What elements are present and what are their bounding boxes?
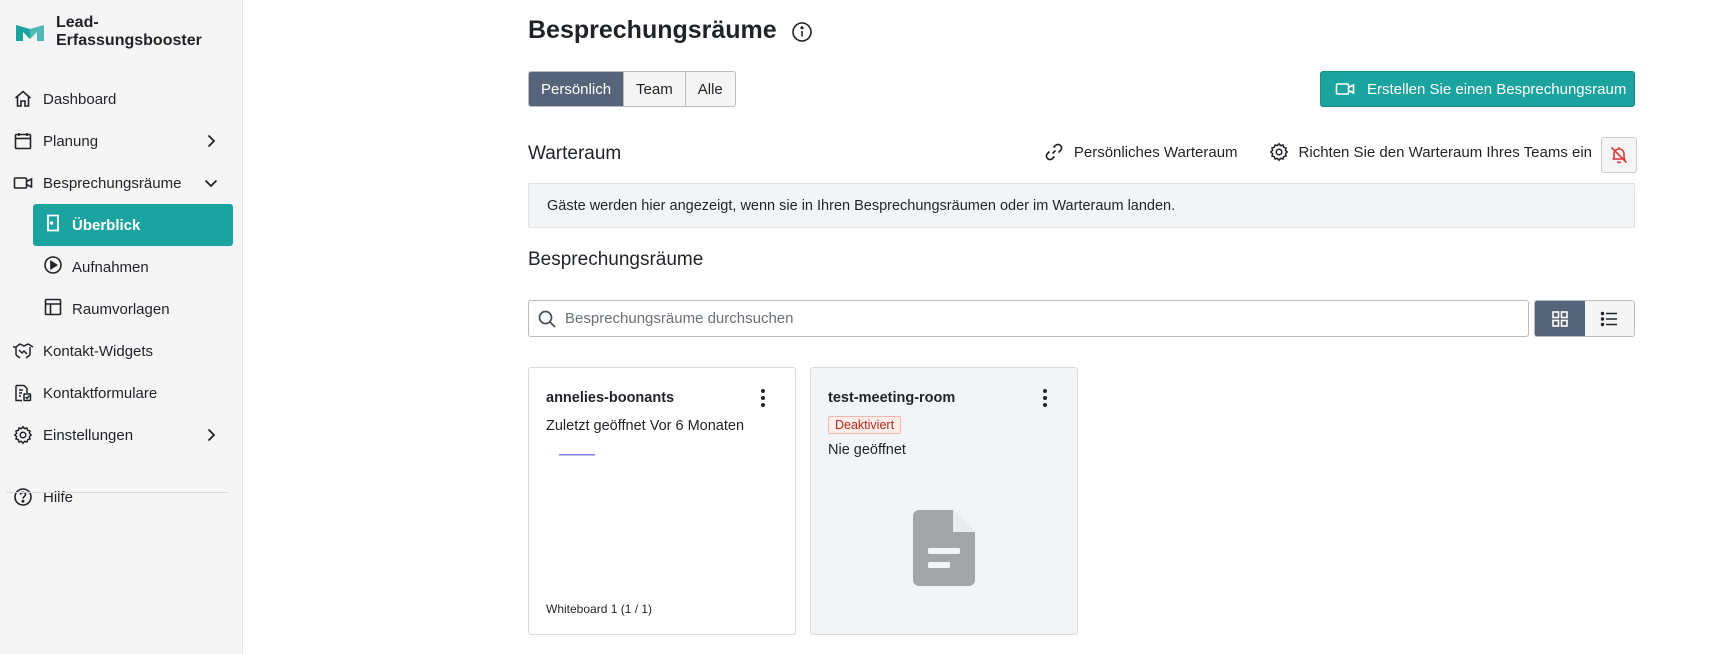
chevron-right-icon[interactable]: [201, 425, 221, 445]
app-name: Lead- Erfassungsbooster: [56, 14, 202, 49]
team-waiting-room-setup-label: Richten Sie den Warteraum Ihres Teams ei…: [1298, 143, 1592, 161]
search-input[interactable]: [565, 310, 1465, 327]
view-mode-toggle: [1534, 300, 1635, 337]
calendar-icon: [12, 130, 34, 152]
video-icon: [1335, 83, 1355, 95]
filter-personal-button[interactable]: Persönlich: [529, 72, 625, 106]
sidebar-subitem-raumvorlagen[interactable]: Raumvorlagen: [33, 288, 233, 330]
grid-view-button[interactable]: [1535, 301, 1585, 336]
gear-icon: [12, 424, 34, 446]
sidebar-item-einstellungen[interactable]: Einstellungen: [0, 414, 243, 456]
waiting-room-title: Warteraum: [528, 143, 622, 164]
layout-icon: [43, 297, 63, 321]
list-view-button[interactable]: [1584, 301, 1634, 336]
room-name: test-meeting-room: [828, 390, 956, 406]
sidebar-item-kontaktformulare[interactable]: Kontaktformulare: [0, 372, 243, 414]
more-options-icon[interactable]: [753, 386, 773, 410]
document-icon: [913, 510, 975, 586]
sidebar-item-label: Aufnahmen: [72, 258, 149, 276]
sidebar-item-label: Planung: [43, 132, 99, 150]
page-header: Besprechungsräume: [528, 16, 813, 45]
sidebar-item-planung[interactable]: Planung: [0, 120, 243, 162]
room-card[interactable]: test-meeting-room Deaktiviert Nie geöffn…: [810, 367, 1078, 635]
create-meeting-room-button[interactable]: Erstellen Sie einen Besprechungsraum: [1320, 71, 1635, 107]
whiteboard-thumbnail: [559, 454, 595, 456]
room-last-opened: Nie geöffnet: [828, 442, 906, 458]
filter-all-button[interactable]: Alle: [685, 72, 735, 106]
sidebar-item-dashboard[interactable]: Dashboard: [0, 78, 243, 120]
sidebar-item-besprechungsraeume[interactable]: Besprechungsräume: [0, 162, 243, 204]
sidebar-item-label: Dashboard: [43, 90, 117, 108]
help-icon: [12, 486, 34, 508]
sidebar-item-label: Überblick: [72, 216, 141, 234]
waiting-room-actions: Persönliches Warteraum Richten Sie den W…: [1044, 142, 1592, 162]
search-icon: [538, 310, 556, 328]
sidebar-item-label: Kontakt-Widgets: [43, 342, 154, 360]
sidebar-subitem-ueberblick[interactable]: Überblick: [33, 204, 233, 246]
notifications-off-button[interactable]: [1601, 137, 1637, 173]
play-circle-icon: [43, 255, 63, 279]
form-icon: [12, 382, 34, 404]
sidebar-subitem-aufnahmen[interactable]: Aufnahmen: [33, 246, 233, 288]
filter-team-button[interactable]: Team: [624, 72, 686, 106]
sidebar: Lead- Erfassungsbooster Dashboard Planun…: [0, 0, 243, 654]
room-filter-tabs: Persönlich Team Alle: [528, 71, 736, 107]
page-title: Besprechungsräume: [528, 16, 777, 44]
sidebar-item-label: Kontaktformulare: [43, 384, 158, 402]
video-icon: [12, 172, 34, 194]
sidebar-item-label: Einstellungen: [43, 426, 134, 444]
sidebar-item-label: Besprechungsräume: [43, 174, 182, 192]
chevron-right-icon[interactable]: [201, 131, 221, 151]
sidebar-item-label: Raumvorlagen: [72, 300, 170, 318]
info-icon[interactable]: [791, 21, 813, 43]
room-card[interactable]: annelies-boonants Zuletzt geöffnet Vor 6…: [528, 367, 796, 635]
personal-waiting-room-link[interactable]: Persönliches Warteraum: [1044, 142, 1238, 162]
app-logo[interactable]: Lead- Erfassungsbooster: [16, 14, 202, 50]
personal-waiting-room-label: Persönliches Warteraum: [1073, 143, 1238, 161]
logo-icon: [16, 25, 44, 41]
status-badge: Deaktiviert: [828, 416, 902, 434]
chevron-down-icon[interactable]: [201, 173, 221, 193]
more-options-icon[interactable]: [1035, 386, 1055, 410]
room-last-opened: Zuletzt geöffnet Vor 6 Monaten: [546, 418, 745, 434]
sidebar-item-hilfe[interactable]: Hilfe: [0, 476, 243, 518]
room-whiteboard-count: Whiteboard 1 (1 / 1): [546, 602, 653, 616]
create-meeting-room-label: Erstellen Sie einen Besprechungsraum: [1367, 80, 1627, 98]
bell-off-icon: [1610, 146, 1628, 164]
room-search-field[interactable]: [528, 300, 1529, 337]
rooms-section-title: Besprechungsräume: [528, 249, 704, 270]
gear-icon: [1269, 142, 1288, 162]
team-waiting-room-setup-link[interactable]: Richten Sie den Warteraum Ihres Teams ei…: [1269, 142, 1592, 162]
sidebar-item-kontakt-widgets[interactable]: Kontakt-Widgets: [0, 330, 243, 372]
grid-icon: [1551, 310, 1568, 327]
list-icon: [1601, 311, 1618, 326]
handshake-icon: [12, 340, 34, 362]
home-icon: [12, 88, 34, 110]
room-name: annelies-boonants: [546, 390, 675, 406]
door-icon: [43, 213, 63, 237]
link-icon: [1045, 143, 1063, 161]
waiting-room-info: Gäste werden hier angezeigt, wenn sie in…: [528, 183, 1635, 228]
sidebar-divider: [6, 492, 227, 493]
